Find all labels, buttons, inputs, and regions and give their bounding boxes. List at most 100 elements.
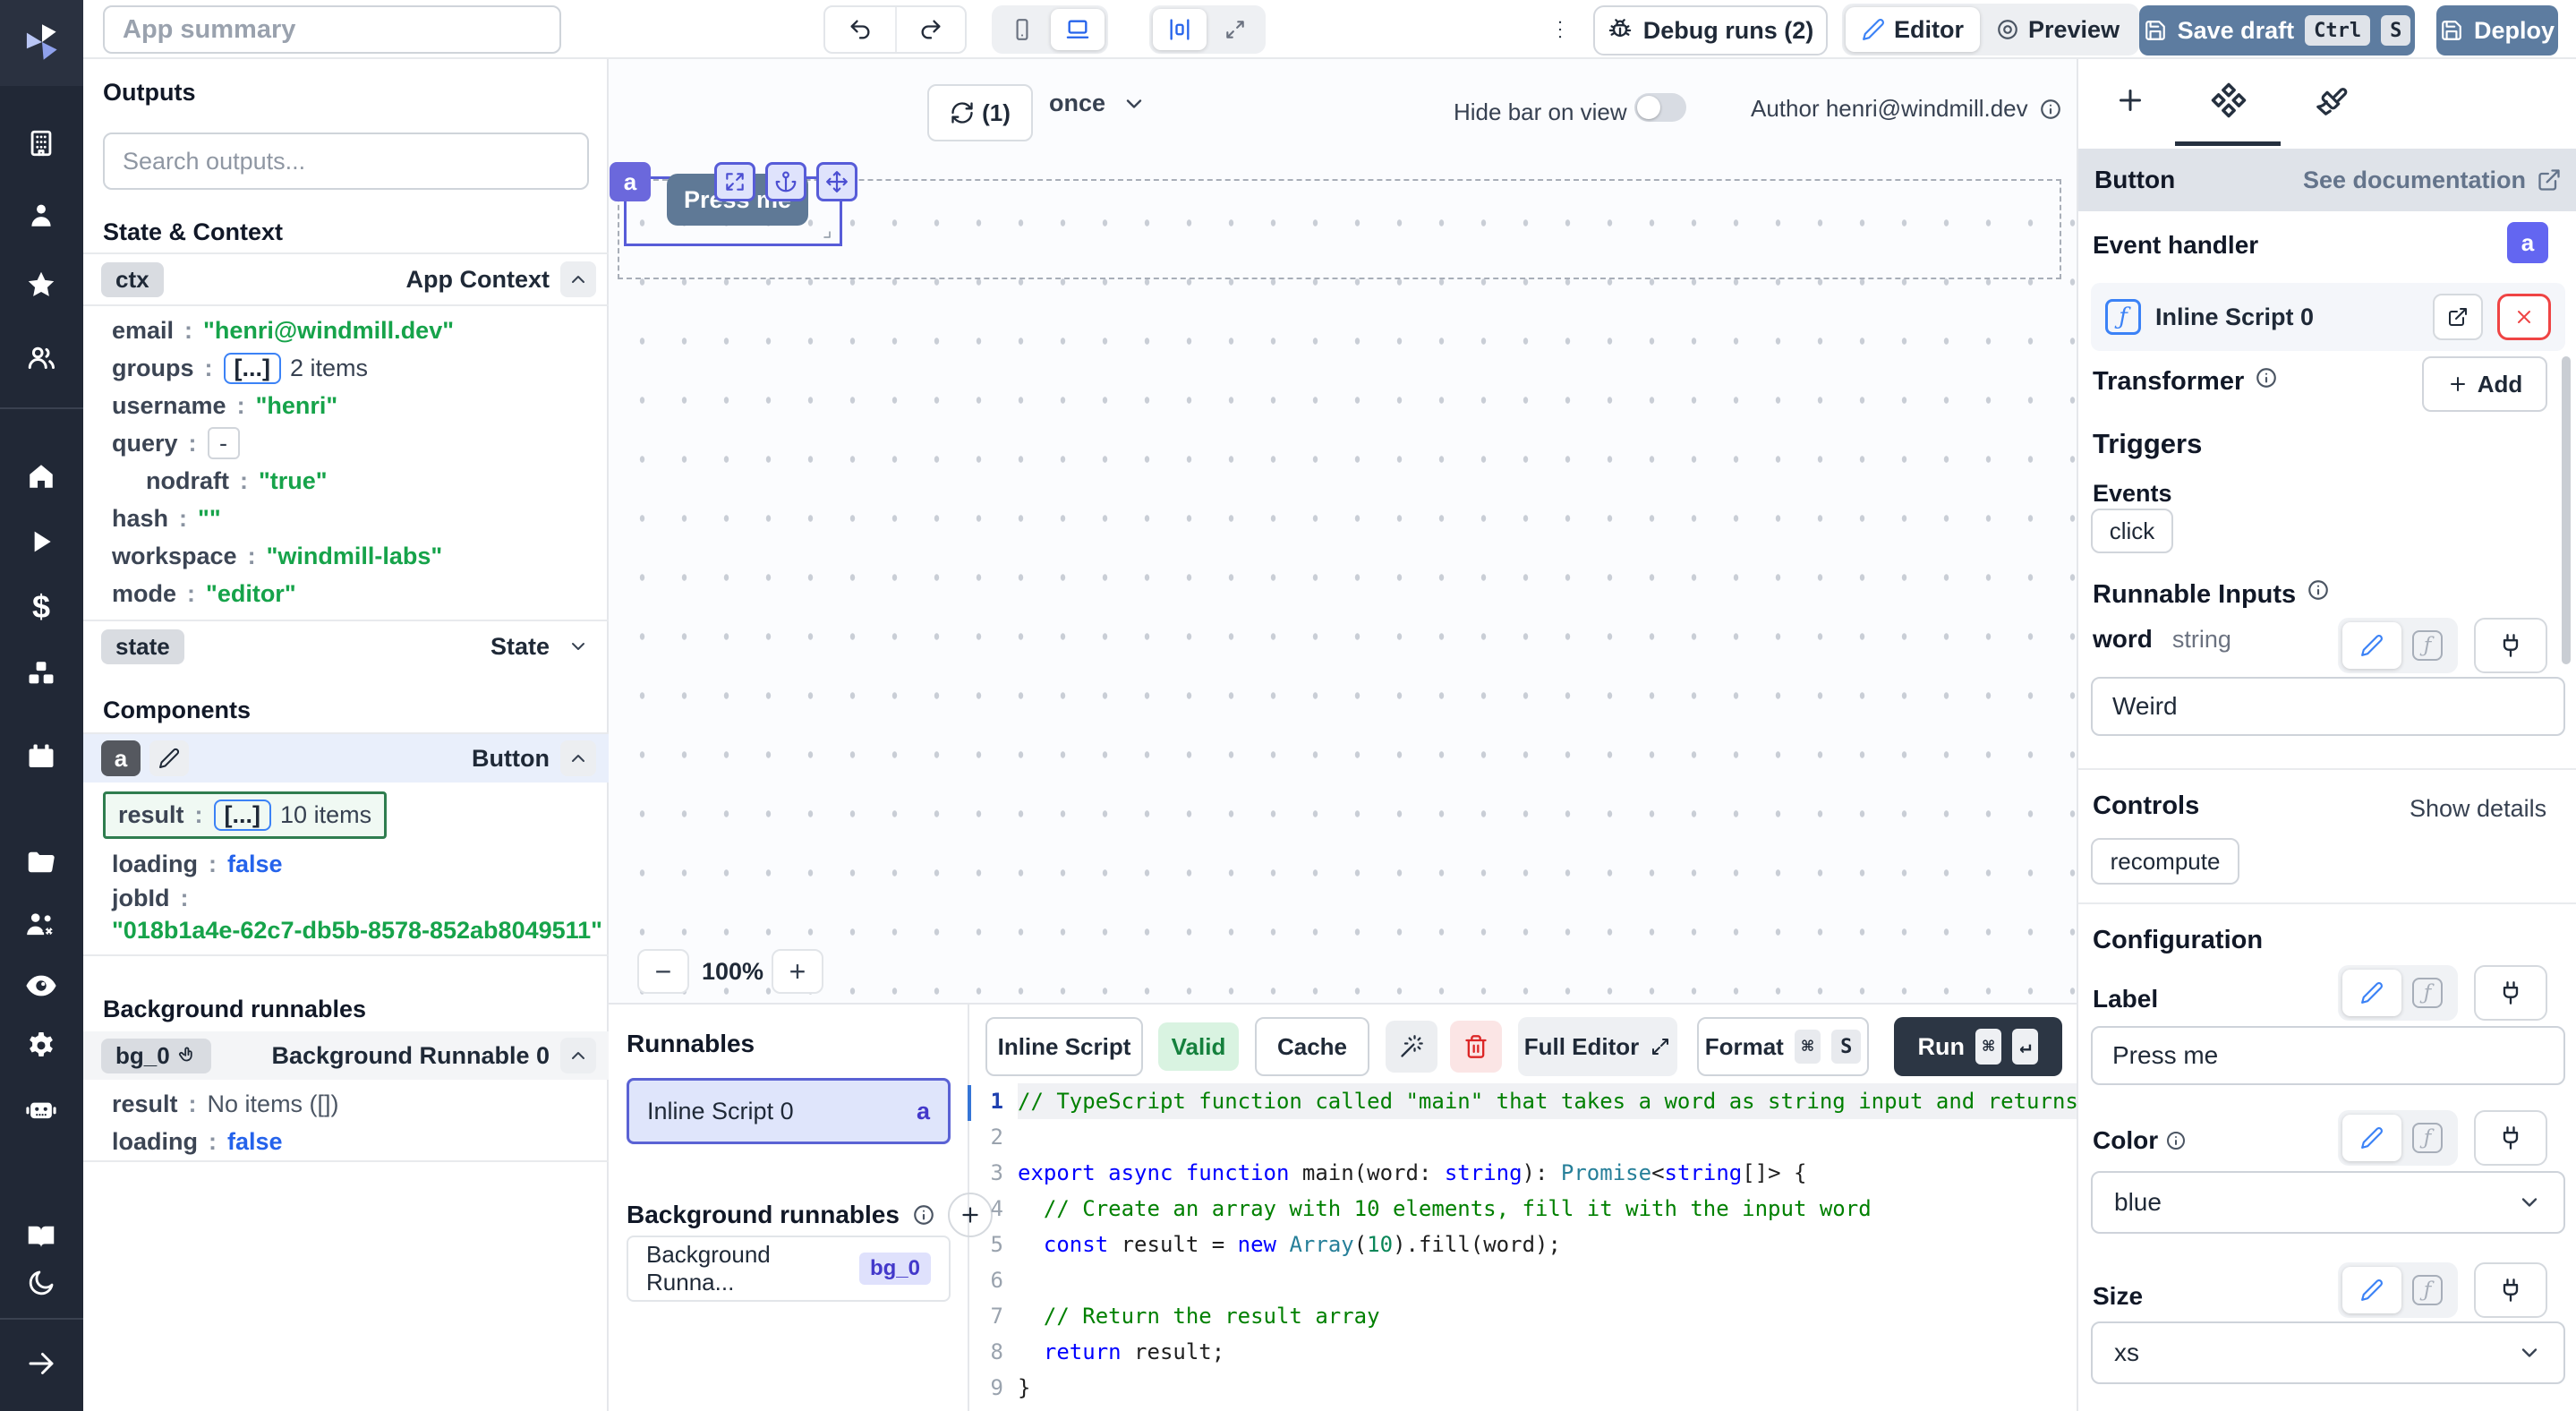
sidebar-item-workers[interactable]: [21, 905, 61, 945]
zoom-out-button[interactable]: −: [637, 949, 689, 994]
recompute-chip[interactable]: recompute: [2091, 838, 2239, 885]
save-draft-button[interactable]: Save draft Ctrl S: [2139, 5, 2415, 56]
code-line[interactable]: 8 return result;: [968, 1334, 2077, 1370]
sidebar-item-home[interactable]: [21, 457, 61, 496]
code-line[interactable]: 1// TypeScript function called "main" th…: [968, 1083, 2077, 1119]
canvas-component-badge[interactable]: a: [610, 162, 651, 201]
sidebar-item-ai[interactable]: [21, 1089, 61, 1128]
size-select[interactable]: xs: [2091, 1321, 2565, 1384]
sidebar-item-folders[interactable]: [21, 842, 61, 882]
code-line[interactable]: 6: [968, 1262, 2077, 1298]
remove-script-button[interactable]: [2497, 294, 2551, 340]
refresh-runnables-button[interactable]: (1): [927, 84, 1033, 141]
resize-handle-icon[interactable]: [816, 224, 832, 240]
output-row-workspace[interactable]: workspace:"windmill-labs": [112, 537, 442, 575]
eval-mode-button[interactable]: ƒ: [2401, 622, 2453, 669]
word-value-input[interactable]: [2091, 677, 2565, 736]
code-line[interactable]: 7 // Return the result array: [968, 1298, 2077, 1334]
run-button[interactable]: Run ⌘ ↵: [1894, 1017, 2062, 1076]
static-mode-button[interactable]: [2342, 970, 2401, 1016]
bg-loading-row[interactable]: loading:false: [112, 1123, 283, 1160]
more-menu-button[interactable]: [1542, 7, 1578, 52]
size-connect-button[interactable]: [2474, 1262, 2547, 1318]
bg-runnable-item[interactable]: Background Runna... bg_0: [627, 1236, 951, 1302]
code-editor[interactable]: 1// TypeScript function called "main" th…: [968, 1083, 2077, 1411]
ctx-collapse-button[interactable]: [560, 261, 596, 297]
inline-script-row[interactable]: ƒ Inline Script 0: [2091, 283, 2565, 351]
info-icon[interactable]: [912, 1203, 935, 1227]
app-summary-input[interactable]: [103, 5, 561, 54]
app-canvas[interactable]: (1) once Hide bar on view Author henri@w…: [609, 59, 2077, 1003]
deploy-button[interactable]: Deploy: [2436, 5, 2558, 56]
component-loading-row[interactable]: loading:false: [112, 845, 283, 883]
sidebar-item-groups[interactable]: [21, 338, 61, 378]
hide-bar-toggle[interactable]: [1634, 93, 1686, 122]
mobile-view-button[interactable]: [995, 9, 1049, 50]
component-collapse-button[interactable]: [560, 740, 596, 776]
tab-insert-component[interactable]: [2109, 79, 2152, 122]
tab-component-settings[interactable]: [2207, 79, 2250, 122]
delete-script-button[interactable]: [1450, 1021, 1502, 1073]
inline-script-item[interactable]: Inline Script 0 a: [627, 1078, 951, 1144]
preview-tab[interactable]: Preview: [1980, 7, 2136, 52]
bg-runnable-header-row[interactable]: bg_0 Background Runnable 0: [83, 1031, 609, 1080]
bg-result-row[interactable]: result:No items ([]): [112, 1085, 339, 1123]
sidebar-collapse-toggle[interactable]: [21, 1344, 61, 1383]
static-mode-button[interactable]: [2342, 1115, 2401, 1161]
inline-script-tab[interactable]: Inline Script: [985, 1017, 1143, 1076]
eval-mode-button[interactable]: ƒ: [2401, 1115, 2453, 1161]
word-connect-button[interactable]: [2474, 618, 2547, 673]
editor-tab[interactable]: Editor: [1846, 7, 1980, 52]
expand-array-chip[interactable]: [...]: [224, 353, 282, 384]
anchor-component-button[interactable]: [765, 162, 806, 201]
tab-styling[interactable]: [2309, 79, 2352, 122]
code-line[interactable]: 9}: [968, 1370, 2077, 1406]
sidebar-item-favorites[interactable]: [21, 265, 61, 304]
sidebar-item-runs[interactable]: [21, 522, 61, 561]
full-editor-button[interactable]: Full Editor: [1518, 1017, 1677, 1076]
sidebar-item-variables[interactable]: $: [21, 587, 61, 627]
code-line[interactable]: 10: [968, 1406, 2077, 1411]
component-a-header-row[interactable]: a Button: [83, 734, 609, 782]
sidebar-item-audit-logs[interactable]: [21, 966, 61, 1005]
zoom-in-button[interactable]: +: [772, 949, 823, 994]
info-icon[interactable]: [2307, 578, 2330, 602]
static-mode-button[interactable]: [2342, 1267, 2401, 1313]
static-mode-button[interactable]: [2342, 622, 2401, 669]
output-row-username[interactable]: username:"henri": [112, 387, 337, 424]
expand-array-chip[interactable]: [...]: [214, 800, 272, 831]
logo-block[interactable]: [0, 0, 83, 86]
fullwidth-layout-button[interactable]: [1208, 9, 1262, 50]
sidebar-item-docs[interactable]: [21, 1217, 61, 1256]
sidebar-item-settings[interactable]: [21, 1026, 61, 1065]
format-button[interactable]: Format ⌘ S: [1697, 1017, 1869, 1076]
state-expand-button[interactable]: [560, 629, 596, 664]
output-row-query[interactable]: query:-: [112, 424, 240, 462]
label-value-input[interactable]: [2091, 1026, 2565, 1085]
collapse-object-chip[interactable]: -: [208, 427, 240, 459]
move-component-button[interactable]: [816, 162, 857, 201]
eval-mode-button[interactable]: ƒ: [2401, 970, 2453, 1016]
add-transformer-button[interactable]: Add: [2422, 356, 2547, 412]
undo-button[interactable]: [825, 7, 895, 52]
sidebar-item-schedules[interactable]: [21, 737, 61, 776]
schedule-select[interactable]: once: [1049, 90, 1147, 117]
expand-component-button[interactable]: [714, 162, 755, 201]
output-row-mode[interactable]: mode:"editor": [112, 575, 296, 612]
info-icon[interactable]: [2039, 98, 2062, 121]
panel-scrollbar[interactable]: [2562, 356, 2571, 664]
show-details-link[interactable]: Show details: [2410, 795, 2546, 823]
output-row-groups[interactable]: groups:[...]2 items: [112, 349, 368, 387]
redo-button[interactable]: [895, 7, 965, 52]
info-icon[interactable]: [2165, 1130, 2187, 1151]
eval-mode-button[interactable]: ƒ: [2401, 1267, 2453, 1313]
output-row-hash[interactable]: hash:"": [112, 500, 221, 537]
output-row-nodraft[interactable]: nodraft:"true": [146, 462, 328, 500]
sidebar-item-workspace[interactable]: [21, 124, 61, 163]
sidebar-item-user[interactable]: [21, 195, 61, 235]
open-script-button[interactable]: [2433, 294, 2483, 340]
bg-runnable-collapse-button[interactable]: [560, 1038, 596, 1073]
color-select[interactable]: blue: [2091, 1171, 2565, 1234]
rename-component-button[interactable]: [149, 740, 189, 776]
label-connect-button[interactable]: [2474, 965, 2547, 1021]
